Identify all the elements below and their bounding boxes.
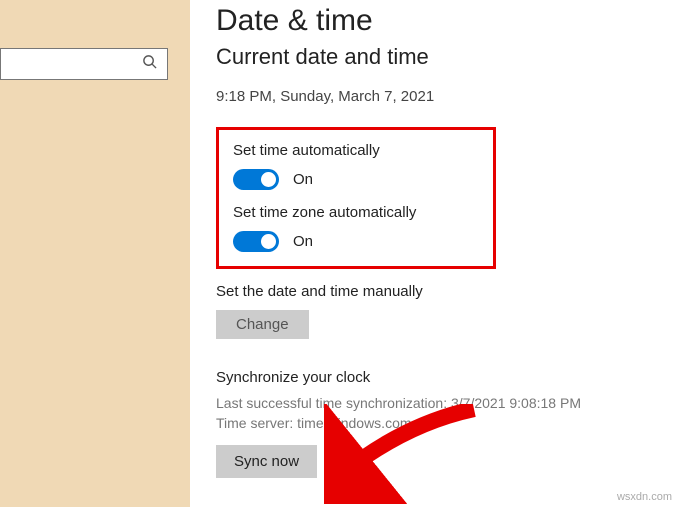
set-time-auto-state: On [293, 171, 313, 188]
set-time-auto-toggle[interactable] [233, 169, 279, 190]
search-icon [142, 54, 157, 74]
set-time-auto-label: Set time automatically [233, 142, 479, 159]
sync-now-button[interactable]: Sync now [216, 445, 317, 478]
change-button[interactable]: Change [216, 310, 309, 339]
current-datetime: 9:18 PM, Sunday, March 7, 2021 [216, 88, 680, 105]
set-tz-auto-label: Set time zone automatically [233, 204, 479, 221]
settings-content: Date & time Current date and time 9:18 P… [216, 0, 680, 478]
sidebar [0, 0, 190, 507]
page-title: Date & time [216, 4, 680, 38]
sync-title: Synchronize your clock [216, 369, 680, 386]
section-title: Current date and time [216, 44, 680, 70]
watermark: wsxdn.com [617, 491, 672, 503]
set-tz-auto-toggle[interactable] [233, 231, 279, 252]
manual-label: Set the date and time manually [216, 283, 680, 300]
set-tz-auto-state: On [293, 233, 313, 250]
sync-last: Last successful time synchronization: 3/… [216, 394, 680, 414]
sync-server: Time server: time.windows.com [216, 414, 680, 434]
auto-settings-highlight: Set time automatically On Set time zone … [216, 127, 496, 269]
search-input[interactable] [0, 48, 168, 80]
